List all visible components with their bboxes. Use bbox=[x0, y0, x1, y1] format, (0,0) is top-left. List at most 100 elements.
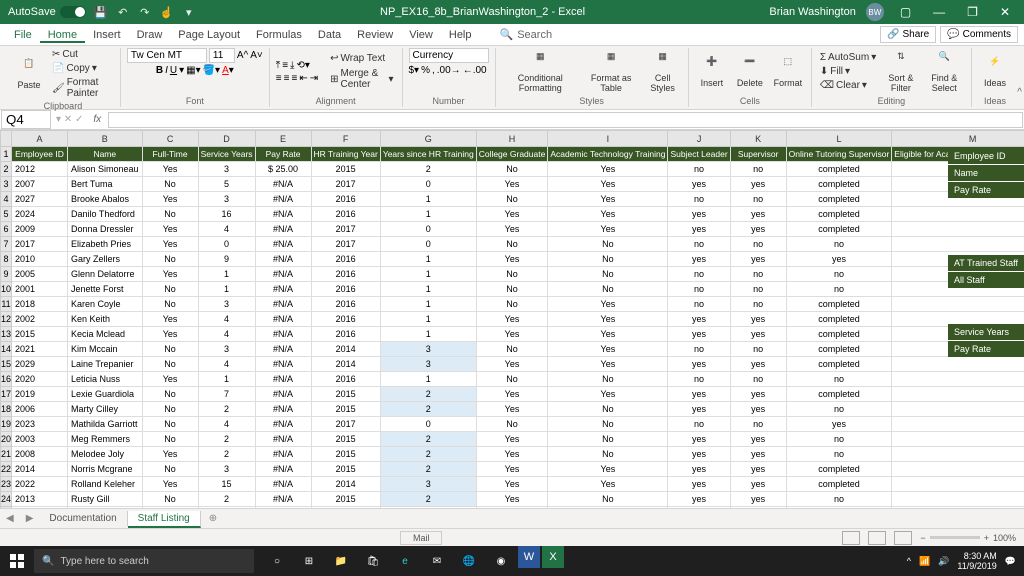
save-icon[interactable]: 💾 bbox=[94, 5, 108, 19]
cell[interactable]: yes bbox=[730, 432, 786, 447]
orientation-icon[interactable]: ⟲▾ bbox=[296, 60, 309, 71]
row-header[interactable]: 19 bbox=[1, 417, 12, 432]
cell[interactable]: yes bbox=[668, 207, 730, 222]
touch-icon[interactable]: ☝ bbox=[160, 5, 174, 19]
cell[interactable]: 4 bbox=[198, 312, 255, 327]
cell[interactable]: no bbox=[668, 237, 730, 252]
copy-button[interactable]: 📄 Copy ▾ bbox=[50, 62, 114, 75]
row-header[interactable]: 9 bbox=[1, 267, 12, 282]
cell[interactable]: 3 bbox=[380, 357, 476, 372]
cell[interactable]: Marty Cilley bbox=[68, 402, 143, 417]
cell[interactable]: No bbox=[142, 342, 198, 357]
cell[interactable]: #N/A bbox=[255, 297, 311, 312]
page-break-view-icon[interactable] bbox=[894, 531, 912, 545]
cell[interactable] bbox=[892, 222, 1024, 237]
cell[interactable]: 2 bbox=[198, 447, 255, 462]
italic-button[interactable]: I bbox=[165, 65, 168, 76]
cell[interactable]: 2016 bbox=[311, 327, 380, 342]
cell[interactable]: 2015 bbox=[311, 462, 380, 477]
cell[interactable]: yes bbox=[786, 417, 892, 432]
cell[interactable]: 2016 bbox=[311, 297, 380, 312]
cell[interactable]: 1 bbox=[380, 297, 476, 312]
align-top-icon[interactable]: ⤒ bbox=[276, 60, 280, 71]
cell[interactable]: no bbox=[668, 372, 730, 387]
cell[interactable]: 0 bbox=[380, 417, 476, 432]
align-middle-icon[interactable]: ≡ bbox=[282, 60, 288, 71]
cell[interactable]: Yes bbox=[548, 507, 668, 509]
avatar[interactable]: BW bbox=[866, 3, 884, 21]
cell[interactable]: No bbox=[476, 267, 548, 282]
sheet-tab[interactable]: Staff Listing bbox=[128, 511, 201, 528]
cell[interactable]: #N/A bbox=[255, 387, 311, 402]
fill-color-button[interactable]: 🪣▾ bbox=[203, 65, 220, 76]
zoom-slider[interactable] bbox=[930, 536, 980, 539]
cell[interactable]: yes bbox=[668, 312, 730, 327]
cell[interactable]: yes bbox=[730, 492, 786, 507]
cell[interactable]: 2020 bbox=[12, 372, 68, 387]
col-header[interactable]: H bbox=[476, 131, 548, 147]
cell[interactable]: completed bbox=[786, 507, 892, 509]
cell[interactable]: 1 bbox=[380, 327, 476, 342]
cell[interactable]: #N/A bbox=[255, 477, 311, 492]
row-header[interactable]: 8 bbox=[1, 252, 12, 267]
row-header[interactable]: 13 bbox=[1, 327, 12, 342]
cell[interactable]: Yes bbox=[476, 462, 548, 477]
ribbon-mode-icon[interactable]: ▢ bbox=[894, 5, 917, 19]
cell[interactable]: 2016 bbox=[311, 192, 380, 207]
cell[interactable]: yes bbox=[730, 312, 786, 327]
row-header[interactable]: 3 bbox=[1, 177, 12, 192]
cell[interactable]: yes bbox=[730, 477, 786, 492]
clock-date[interactable]: 11/9/2019 bbox=[957, 561, 996, 571]
cell[interactable]: no bbox=[730, 297, 786, 312]
cell[interactable]: 1 bbox=[380, 252, 476, 267]
cell[interactable]: 2014 bbox=[12, 462, 68, 477]
cell[interactable]: Yes bbox=[142, 267, 198, 282]
cell[interactable]: 3 bbox=[198, 462, 255, 477]
cell[interactable]: 3 bbox=[198, 192, 255, 207]
cell[interactable]: 2 bbox=[380, 492, 476, 507]
cell[interactable]: no bbox=[668, 282, 730, 297]
table-header-cell[interactable]: College Graduate bbox=[476, 147, 548, 162]
side-button[interactable]: Name bbox=[948, 165, 1024, 181]
col-header[interactable]: M bbox=[892, 131, 1024, 147]
cell[interactable]: #N/A bbox=[255, 492, 311, 507]
cell[interactable]: yes bbox=[668, 387, 730, 402]
row-header[interactable]: 18 bbox=[1, 402, 12, 417]
cell[interactable]: yes bbox=[730, 252, 786, 267]
cell[interactable]: yes bbox=[668, 177, 730, 192]
cell[interactable]: #N/A bbox=[255, 372, 311, 387]
cell[interactable] bbox=[892, 237, 1024, 252]
cell[interactable]: 7 bbox=[198, 387, 255, 402]
cell[interactable]: no bbox=[730, 282, 786, 297]
cell[interactable]: no bbox=[668, 297, 730, 312]
tab-nav-prev-icon[interactable]: ◀ bbox=[0, 513, 20, 524]
side-button[interactable]: Service Years bbox=[948, 324, 1024, 340]
chrome-icon[interactable]: 🌐 bbox=[454, 546, 484, 576]
cell[interactable]: No bbox=[548, 447, 668, 462]
cell[interactable]: Yes bbox=[142, 237, 198, 252]
row-header[interactable]: 15 bbox=[1, 357, 12, 372]
dec-decimal-icon[interactable]: ←.00 bbox=[463, 65, 487, 76]
merge-center-button[interactable]: ⊞ Merge & Center ▾ bbox=[328, 67, 395, 91]
col-header[interactable]: F bbox=[311, 131, 380, 147]
cell[interactable] bbox=[892, 447, 1024, 462]
formula-bar[interactable] bbox=[108, 112, 1023, 128]
mail-icon[interactable]: ✉ bbox=[422, 546, 452, 576]
grow-font-icon[interactable]: A^ bbox=[237, 50, 248, 61]
cell[interactable]: yes bbox=[730, 507, 786, 509]
row-header[interactable]: 20 bbox=[1, 432, 12, 447]
cell[interactable]: 2001 bbox=[12, 282, 68, 297]
cell[interactable]: no bbox=[730, 372, 786, 387]
cell[interactable]: Yes bbox=[548, 327, 668, 342]
fx-icon[interactable]: fx bbox=[87, 114, 107, 125]
cell[interactable]: yes bbox=[668, 222, 730, 237]
menu-view[interactable]: View bbox=[401, 29, 441, 41]
cell[interactable]: yes bbox=[668, 357, 730, 372]
row-header[interactable]: 7 bbox=[1, 237, 12, 252]
cell[interactable]: 3 bbox=[198, 342, 255, 357]
cortana-icon[interactable]: ○ bbox=[262, 546, 292, 576]
conditional-formatting-button[interactable]: ▦Conditional Formatting bbox=[502, 50, 580, 94]
menu-review[interactable]: Review bbox=[349, 29, 401, 41]
cell[interactable]: Yes bbox=[548, 162, 668, 177]
cell[interactable]: #N/A bbox=[255, 417, 311, 432]
